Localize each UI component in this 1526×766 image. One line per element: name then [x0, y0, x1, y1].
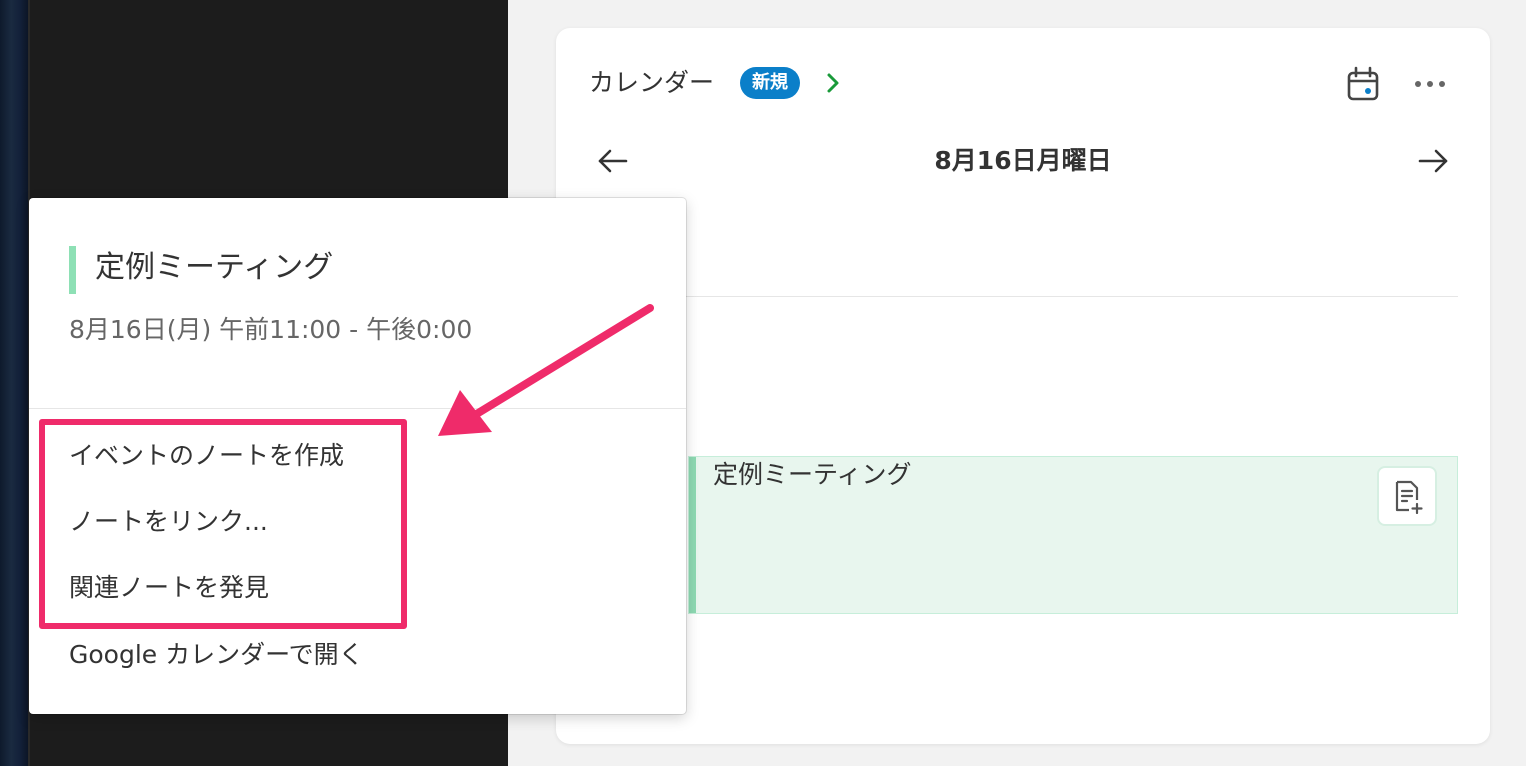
- new-badge: 新規: [740, 67, 800, 99]
- all-day-divider: [586, 296, 1458, 297]
- calendar-widget: カレンダー 新規 8月16日月曜日 定例ミーティング: [556, 28, 1490, 744]
- note-add-icon: [1395, 480, 1423, 514]
- event-color-bar: [69, 246, 76, 294]
- popup-event-time: 8月16日(月) 午前11:00 - 午後0:00: [69, 315, 473, 344]
- arrow-right-icon[interactable]: [1416, 144, 1450, 178]
- chevron-right-icon[interactable]: [824, 70, 844, 96]
- event-color-bar: [689, 457, 696, 613]
- more-icon[interactable]: [1410, 70, 1450, 98]
- calendar-icon[interactable]: [1346, 66, 1380, 102]
- annotation-arrow-icon: [438, 304, 654, 436]
- calendar-event[interactable]: 定例ミーティング: [688, 456, 1458, 614]
- event-title: 定例ミーティング: [713, 460, 912, 489]
- menu-item-open-google-calendar[interactable]: Google カレンダーで開く: [69, 637, 364, 673]
- arrow-left-icon[interactable]: [596, 144, 630, 178]
- desktop-wallpaper-edge: [0, 0, 28, 766]
- popup-event-title: 定例ミーティング: [95, 250, 334, 285]
- calendar-widget-title[interactable]: カレンダー: [589, 66, 714, 100]
- current-date-heading: 8月16日月曜日: [934, 146, 1112, 175]
- create-note-button[interactable]: [1377, 466, 1437, 526]
- annotation-highlight-box: [39, 419, 407, 629]
